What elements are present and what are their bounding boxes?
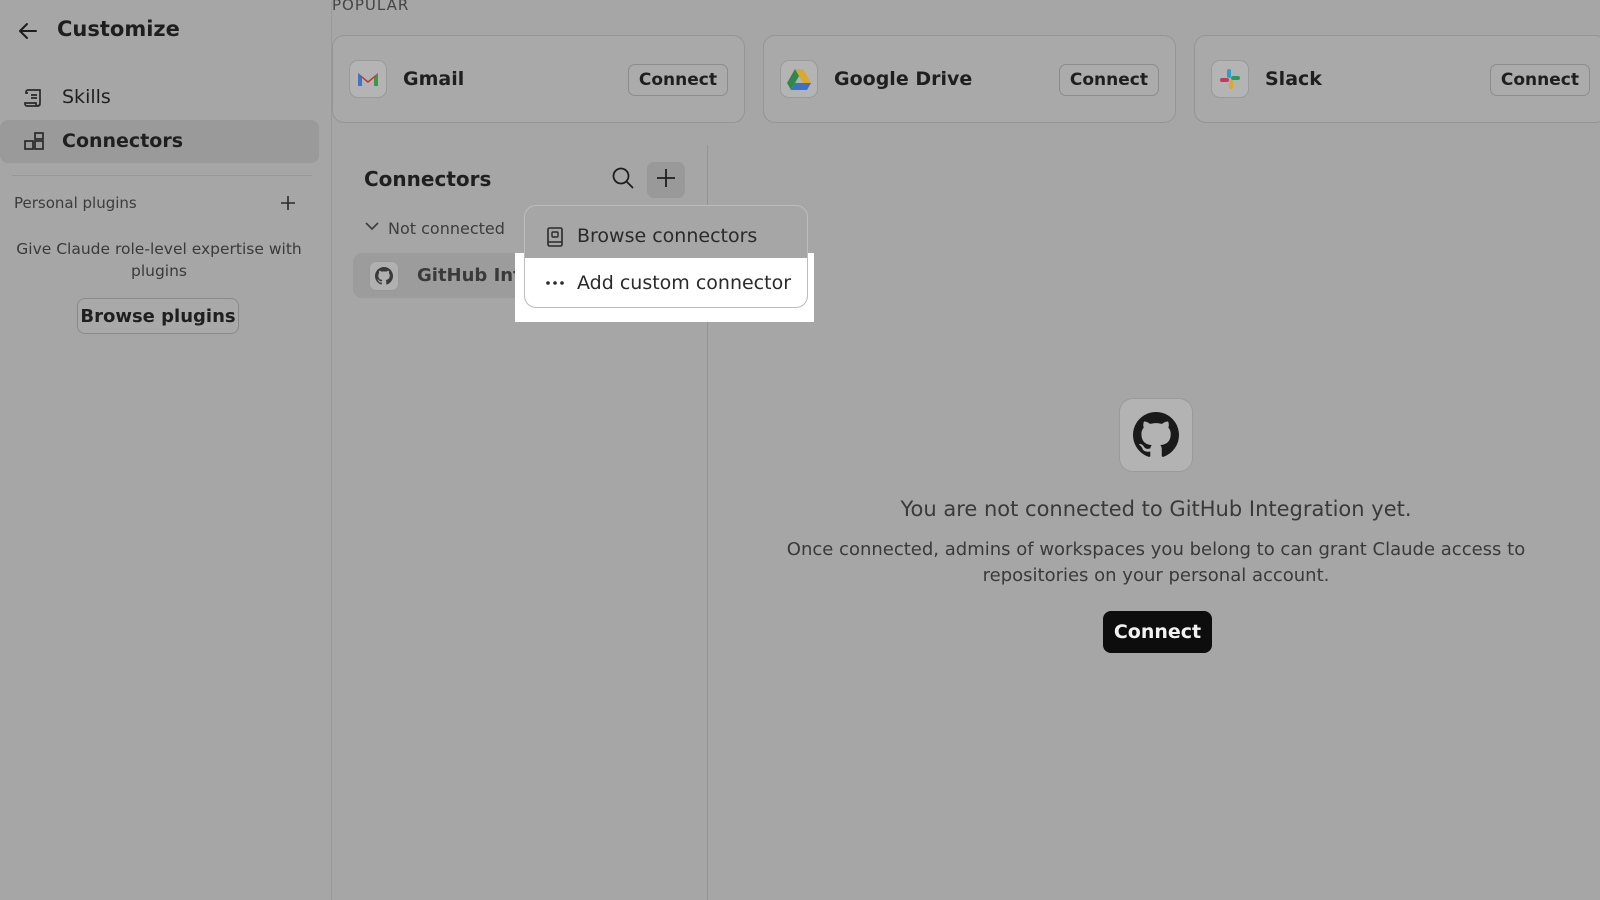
sidebar-item-connectors[interactable]: Connectors: [0, 120, 319, 163]
popular-card-slack[interactable]: Slack Connect: [1194, 35, 1600, 123]
connectors-icon: [22, 130, 46, 158]
chevron-down-icon: [364, 218, 388, 238]
connect-button[interactable]: Connect: [1058, 64, 1159, 96]
card-name: Google Drive: [834, 68, 973, 90]
popular-card-google-drive[interactable]: Google Drive Connect: [763, 35, 1176, 123]
add-plugin-button[interactable]: [277, 192, 299, 214]
group-label: Not connected: [388, 218, 505, 238]
sidebar-item-label: Skills: [62, 86, 111, 108]
divider: [12, 175, 312, 176]
connect-button[interactable]: Connect: [1103, 611, 1212, 653]
page-title: Customize: [57, 17, 180, 41]
sidebar-item-skills[interactable]: Skills: [0, 76, 319, 119]
menu-item-browse-connectors[interactable]: Browse connectors: [525, 215, 807, 258]
book-icon: [545, 227, 565, 247]
personal-plugins-label: Personal plugins: [14, 194, 137, 212]
popular-card-gmail[interactable]: Gmail Connect: [332, 35, 745, 123]
connect-button[interactable]: Connect: [1489, 64, 1590, 96]
github-icon: [369, 261, 399, 291]
back-button[interactable]: [16, 16, 40, 46]
scroll-icon: [22, 86, 46, 114]
menu-item-label: Add custom connector: [577, 272, 792, 294]
main-content: POPULAR Gmail Connect Google Drive Conne…: [332, 0, 1600, 900]
add-connector-menu: Browse connectors Add custom connector: [524, 205, 808, 308]
sidebar: Customize Skills Connectors Personal plu…: [0, 0, 332, 900]
menu-item-label: Browse connectors: [577, 225, 758, 247]
card-name: Gmail: [403, 68, 465, 90]
google-drive-icon: [780, 60, 818, 98]
connectors-panel-title: Connectors: [364, 167, 492, 191]
arrow-left-icon: [16, 19, 40, 43]
plus-icon: [654, 166, 678, 194]
connect-button[interactable]: Connect: [627, 64, 728, 96]
group-not-connected[interactable]: Not connected: [364, 218, 505, 238]
ellipsis-icon: [545, 273, 565, 293]
section-label-popular: POPULAR: [332, 0, 410, 14]
gmail-icon: [349, 60, 387, 98]
menu-item-add-custom-connector[interactable]: Add custom connector: [525, 258, 807, 307]
detail-description: Once connected, admins of workspaces you…: [786, 539, 1526, 586]
card-name: Slack: [1265, 68, 1322, 90]
add-connector-button[interactable]: [647, 162, 685, 198]
detail-title: You are not connected to GitHub Integrat…: [900, 497, 1412, 521]
slack-icon: [1211, 60, 1249, 98]
search-button[interactable]: [608, 165, 638, 195]
plugins-description: Give Claude role-level expertise with pl…: [16, 240, 302, 280]
search-icon: [610, 165, 636, 195]
plus-icon: [277, 196, 299, 218]
sidebar-item-label: Connectors: [62, 130, 184, 152]
github-icon: [1119, 398, 1193, 472]
browse-plugins-button[interactable]: Browse plugins: [77, 298, 239, 334]
connector-detail: You are not connected to GitHub Integrat…: [708, 145, 1600, 900]
